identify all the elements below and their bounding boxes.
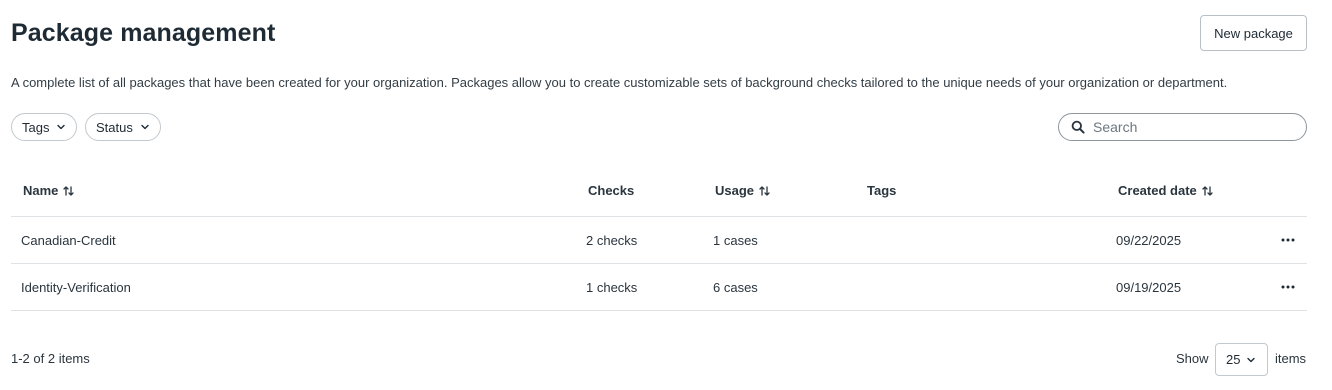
row-name-cell[interactable]: Identity-Verification bbox=[21, 279, 131, 296]
row-usage-cell: 1 cases bbox=[713, 233, 758, 248]
column-header-name-label: Name bbox=[23, 183, 59, 198]
sort-icon[interactable] bbox=[63, 185, 75, 197]
search-input[interactable] bbox=[1091, 118, 1295, 136]
row-checks-cell: 1 checks bbox=[586, 280, 638, 295]
row-divider bbox=[11, 263, 1307, 264]
column-header-created-label: Created date bbox=[1118, 183, 1197, 198]
page-title: Package management bbox=[11, 19, 276, 47]
search-box[interactable] bbox=[1058, 113, 1307, 141]
column-header-checks: Checks bbox=[588, 182, 634, 199]
page-size-items-label: items bbox=[1275, 351, 1307, 366]
tags-filter-button[interactable]: Tags bbox=[11, 113, 78, 141]
pagination-count: 1-2 of 2 items bbox=[11, 351, 90, 366]
more-horizontal-icon[interactable] bbox=[1278, 233, 1298, 247]
row-name-cell[interactable]: Canadian-Credit bbox=[21, 232, 116, 249]
column-header-usage-label: Usage bbox=[715, 183, 755, 198]
row-divider bbox=[11, 310, 1307, 311]
column-header-checks-label: Checks bbox=[588, 183, 635, 198]
status-filter-label: Status bbox=[96, 119, 133, 135]
row-created-cell: 09/19/2025 bbox=[1116, 280, 1182, 295]
column-header-usage[interactable]: Usage bbox=[715, 182, 770, 199]
page-size-select[interactable]: 25 bbox=[1215, 343, 1268, 376]
page-description: A complete list of all packages that hav… bbox=[11, 75, 1228, 90]
new-package-button[interactable]: New package bbox=[1200, 15, 1307, 51]
column-header-tags: Tags bbox=[867, 182, 896, 199]
row-usage-cell: 6 cases bbox=[713, 280, 758, 295]
status-filter-button[interactable]: Status bbox=[85, 113, 161, 141]
sort-icon[interactable] bbox=[759, 185, 770, 197]
page-size-value: 25 bbox=[1226, 352, 1241, 367]
search-icon bbox=[1071, 120, 1085, 134]
row-checks-cell: 2 checks bbox=[586, 233, 638, 248]
tags-filter-label: Tags bbox=[22, 119, 50, 135]
chevron-down-icon bbox=[1246, 355, 1256, 365]
column-header-name[interactable]: Name bbox=[23, 182, 75, 199]
sort-icon[interactable] bbox=[1202, 185, 1213, 197]
row-created-cell: 09/22/2025 bbox=[1116, 233, 1182, 248]
column-header-tags-label: Tags bbox=[867, 183, 897, 198]
table-header-divider bbox=[11, 216, 1307, 217]
column-header-created-date[interactable]: Created date bbox=[1118, 182, 1213, 199]
more-horizontal-icon[interactable] bbox=[1278, 280, 1298, 294]
chevron-down-icon bbox=[140, 122, 150, 132]
chevron-down-icon bbox=[56, 122, 66, 132]
page-size-show-label: Show bbox=[1176, 351, 1209, 366]
